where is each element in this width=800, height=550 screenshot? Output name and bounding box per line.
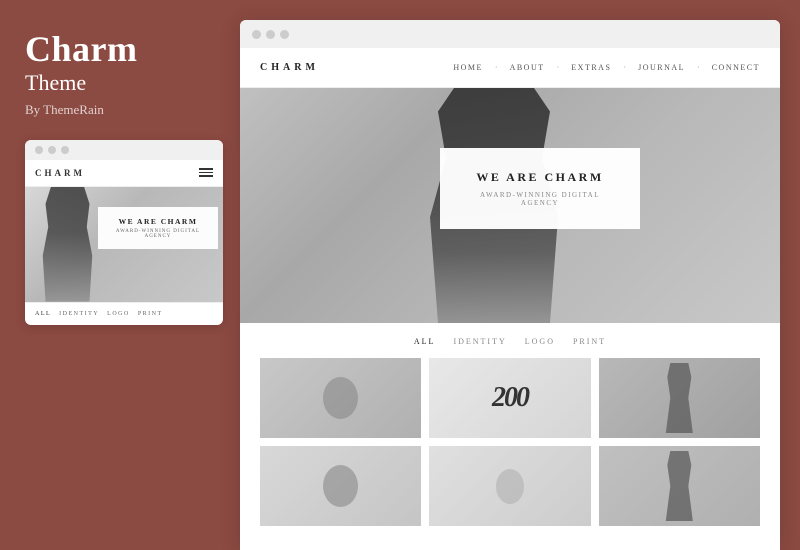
titlebar-dot-3 <box>61 146 69 154</box>
portfolio-face-6 <box>599 446 760 526</box>
portfolio-filter-all[interactable]: ALL <box>414 337 436 346</box>
portfolio-item-5[interactable] <box>429 446 590 526</box>
nav-separator-3: · <box>623 63 626 72</box>
portfolio-item-3[interactable] <box>599 358 760 438</box>
portfolio-grid: 200 <box>260 358 760 526</box>
portfolio-filter-identity[interactable]: IDENTITY <box>453 337 506 346</box>
mobile-filter-identity[interactable]: IDENTITY <box>59 311 99 317</box>
portfolio-section: ALL IDENTITY LOGO PRINT 200 <box>240 323 780 550</box>
mobile-hero-subheading: AWARD-WINNING DIGITAL AGENCY <box>110 229 206 239</box>
portfolio-item-4[interactable] <box>260 446 421 526</box>
left-panel: Charm Theme By ThemeRain CHARM WE ARE CH… <box>0 0 240 550</box>
face-circle-2-icon <box>323 465 358 507</box>
mobile-filter-print[interactable]: PRINT <box>138 311 163 317</box>
mobile-preview-card: CHARM WE ARE CHARM AWARD-WINNING DIGITAL… <box>25 140 223 325</box>
portfolio-face-2: 200 <box>429 358 590 438</box>
desktop-dot-1 <box>252 30 261 39</box>
mobile-logo: CHARM <box>35 168 85 178</box>
portfolio-filter-logo[interactable]: LOGO <box>525 337 555 346</box>
mobile-hero: WE ARE CHARM AWARD-WINNING DIGITAL AGENC… <box>25 187 223 302</box>
mobile-filter-logo[interactable]: LOGO <box>107 311 130 317</box>
desktop-hero-subheading: AWARD-WINNING DIGITAL AGENCY <box>468 191 612 207</box>
titlebar-dot-2 <box>48 146 56 154</box>
portfolio-face-3 <box>599 358 760 438</box>
desktop-dot-3 <box>280 30 289 39</box>
nav-link-journal[interactable]: JOURNAL <box>638 63 685 72</box>
figure-silhouette-icon <box>40 187 95 302</box>
figure-small-icon <box>664 363 694 433</box>
portfolio-item-6[interactable] <box>599 446 760 526</box>
desktop-nav-links: HOME · ABOUT · EXTRAS · JOURNAL · CONNEC… <box>453 63 760 72</box>
portfolio-item-2[interactable]: 200 <box>429 358 590 438</box>
portfolio-face-1 <box>260 358 421 438</box>
desktop-dot-2 <box>266 30 275 39</box>
nav-link-extras[interactable]: EXTRAS <box>571 63 611 72</box>
portfolio-filter-bar: ALL IDENTITY LOGO PRINT <box>260 337 760 346</box>
nav-link-about[interactable]: ABOUT <box>510 63 545 72</box>
mobile-nav: CHARM <box>25 160 223 187</box>
desktop-logo: CHARM <box>260 62 319 73</box>
theme-title: Charm <box>25 30 215 70</box>
mobile-titlebar <box>25 140 223 160</box>
nav-separator-2: · <box>557 63 560 72</box>
nav-link-connect[interactable]: CONNECT <box>712 63 760 72</box>
hamburger-icon <box>199 168 213 177</box>
portfolio-face-4 <box>260 446 421 526</box>
theme-subtitle: Theme <box>25 70 215 96</box>
face-circle-3-icon <box>496 469 524 504</box>
desktop-titlebar <box>240 20 780 48</box>
mobile-filter-all[interactable]: ALL <box>35 311 51 317</box>
desktop-hero: WE ARE CHARM AWARD-WINNING DIGITAL AGENC… <box>240 88 780 323</box>
mobile-hero-text-box: WE ARE CHARM AWARD-WINNING DIGITAL AGENC… <box>98 207 218 249</box>
mobile-filter-bar: ALL IDENTITY LOGO PRINT <box>25 302 223 325</box>
nav-separator-1: · <box>495 63 498 72</box>
desktop-nav: CHARM HOME · ABOUT · EXTRAS · JOURNAL · … <box>240 48 780 88</box>
desktop-hero-heading: WE ARE CHARM <box>468 170 612 185</box>
portfolio-number: 200 <box>492 382 528 414</box>
theme-author: By ThemeRain <box>25 102 215 118</box>
face-circle-icon <box>323 377 358 419</box>
portfolio-filter-print[interactable]: PRINT <box>573 337 606 346</box>
figure-small-2-icon <box>664 451 694 521</box>
desktop-hero-text-box: WE ARE CHARM AWARD-WINNING DIGITAL AGENC… <box>440 148 640 229</box>
desktop-preview-card: CHARM HOME · ABOUT · EXTRAS · JOURNAL · … <box>240 20 780 550</box>
mobile-hero-heading: WE ARE CHARM <box>110 217 206 226</box>
titlebar-dot-1 <box>35 146 43 154</box>
portfolio-face-5 <box>429 446 590 526</box>
nav-separator-4: · <box>697 63 700 72</box>
portfolio-item-1[interactable] <box>260 358 421 438</box>
nav-link-home[interactable]: HOME <box>453 63 483 72</box>
